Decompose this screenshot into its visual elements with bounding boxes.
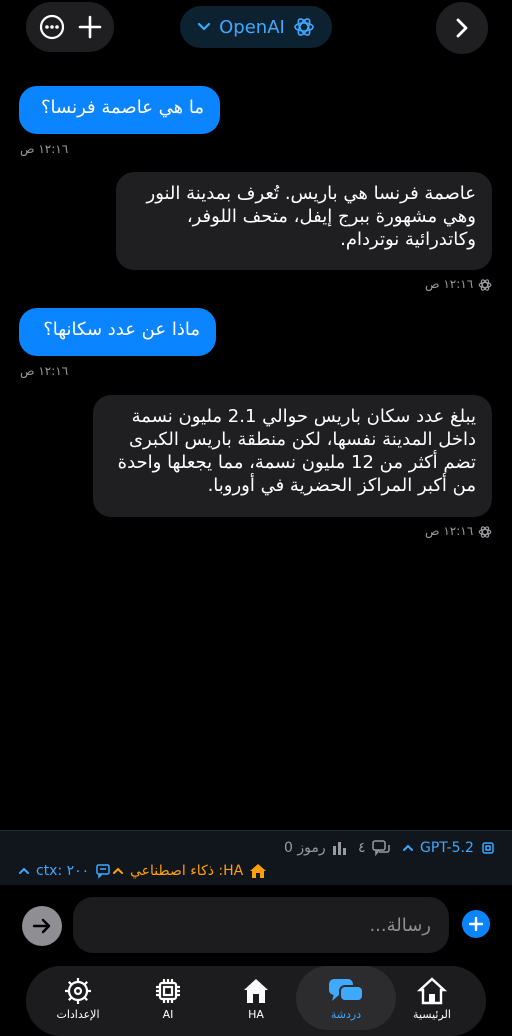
token-counter: رموز 0 [284, 838, 348, 858]
chevron-up-icon [18, 866, 30, 876]
openai-logo-icon [478, 277, 492, 296]
tab-label: HA [248, 1008, 264, 1021]
message-input[interactable] [73, 897, 449, 953]
plus-icon [468, 916, 484, 932]
send-button[interactable] [22, 906, 62, 946]
tab-label: الإعدادات [56, 1008, 100, 1021]
forward-button[interactable] [436, 2, 488, 54]
tab-ai[interactable]: AI [122, 966, 214, 1024]
message-time: ١٢:١٦ ص [425, 524, 474, 538]
ha-label: ذكاء اصطناعي :HA [130, 863, 244, 879]
message-time: ١٢:١٦ ص [425, 277, 474, 291]
tab-ha[interactable]: HA [210, 966, 302, 1024]
user-message: ما هي عاصمة فرنسا؟ [19, 86, 220, 134]
user-message: ماذا عن عدد سكانها؟ [19, 308, 216, 356]
context-selector[interactable]: ctx: ٢٠٠ [18, 861, 111, 881]
chevron-right-icon [454, 17, 470, 39]
message-time: ١٢:١٦ ص [20, 142, 69, 156]
ha-selector[interactable]: ذكاء اصطناعي :HA [112, 861, 267, 881]
more-icon[interactable] [38, 13, 66, 41]
tab-bar: الإعدادات AI HA دردشة الرئيسية [26, 966, 486, 1036]
status-bar: رموز 0 ٤ GPT-5.2 ctx: ٢٠٠ ذكاء اصطناعي:… [0, 830, 512, 885]
model-selector[interactable]: GPT-5.2 [402, 838, 496, 858]
chevron-up-icon [402, 843, 414, 853]
bar-chart-icon [332, 841, 348, 855]
top-bar: OpenAI [0, 0, 512, 56]
chip-icon [480, 840, 496, 856]
tab-label: AI [162, 1008, 174, 1021]
chat-bubbles-icon [371, 840, 392, 856]
assistant-message: عاصمة فرنسا هي باريس. تُعرف بمدينة النور… [116, 172, 492, 270]
tab-label: الرئيسية [413, 1008, 451, 1021]
message-time: ١٢:١٦ ص [20, 364, 69, 378]
attach-button[interactable] [462, 910, 490, 938]
tab-chat[interactable]: دردشة [296, 966, 396, 1030]
top-left-actions [26, 2, 114, 52]
chat-bubbles-icon [326, 976, 366, 1006]
home-icon [417, 976, 447, 1006]
tab-label: دردشة [330, 1008, 362, 1021]
openai-logo-icon [293, 16, 315, 38]
model-label: GPT-5.2 [420, 840, 474, 856]
messages-count: ٤ [358, 840, 366, 856]
home-icon [249, 863, 267, 879]
chip-icon [153, 976, 183, 1006]
message-counter: ٤ [358, 838, 392, 858]
chevron-up-icon [112, 866, 124, 876]
chevron-down-icon [197, 22, 211, 32]
message-square-icon [95, 863, 111, 879]
provider-label: OpenAI [219, 16, 285, 38]
tab-home[interactable]: الرئيسية [386, 966, 478, 1024]
arrow-right-icon [31, 915, 53, 937]
plus-icon[interactable] [77, 14, 103, 40]
tokens-label: رموز 0 [284, 840, 326, 856]
home-icon [241, 976, 271, 1006]
openai-logo-icon [478, 524, 492, 543]
context-label: ctx: ٢٠٠ [36, 863, 90, 879]
gear-icon [63, 976, 93, 1006]
assistant-message: يبلغ عدد سكان باريس حوالي 2.1 مليون نسمة… [93, 395, 492, 517]
tab-settings[interactable]: الإعدادات [32, 966, 124, 1024]
provider-selector[interactable]: OpenAI [180, 6, 332, 48]
